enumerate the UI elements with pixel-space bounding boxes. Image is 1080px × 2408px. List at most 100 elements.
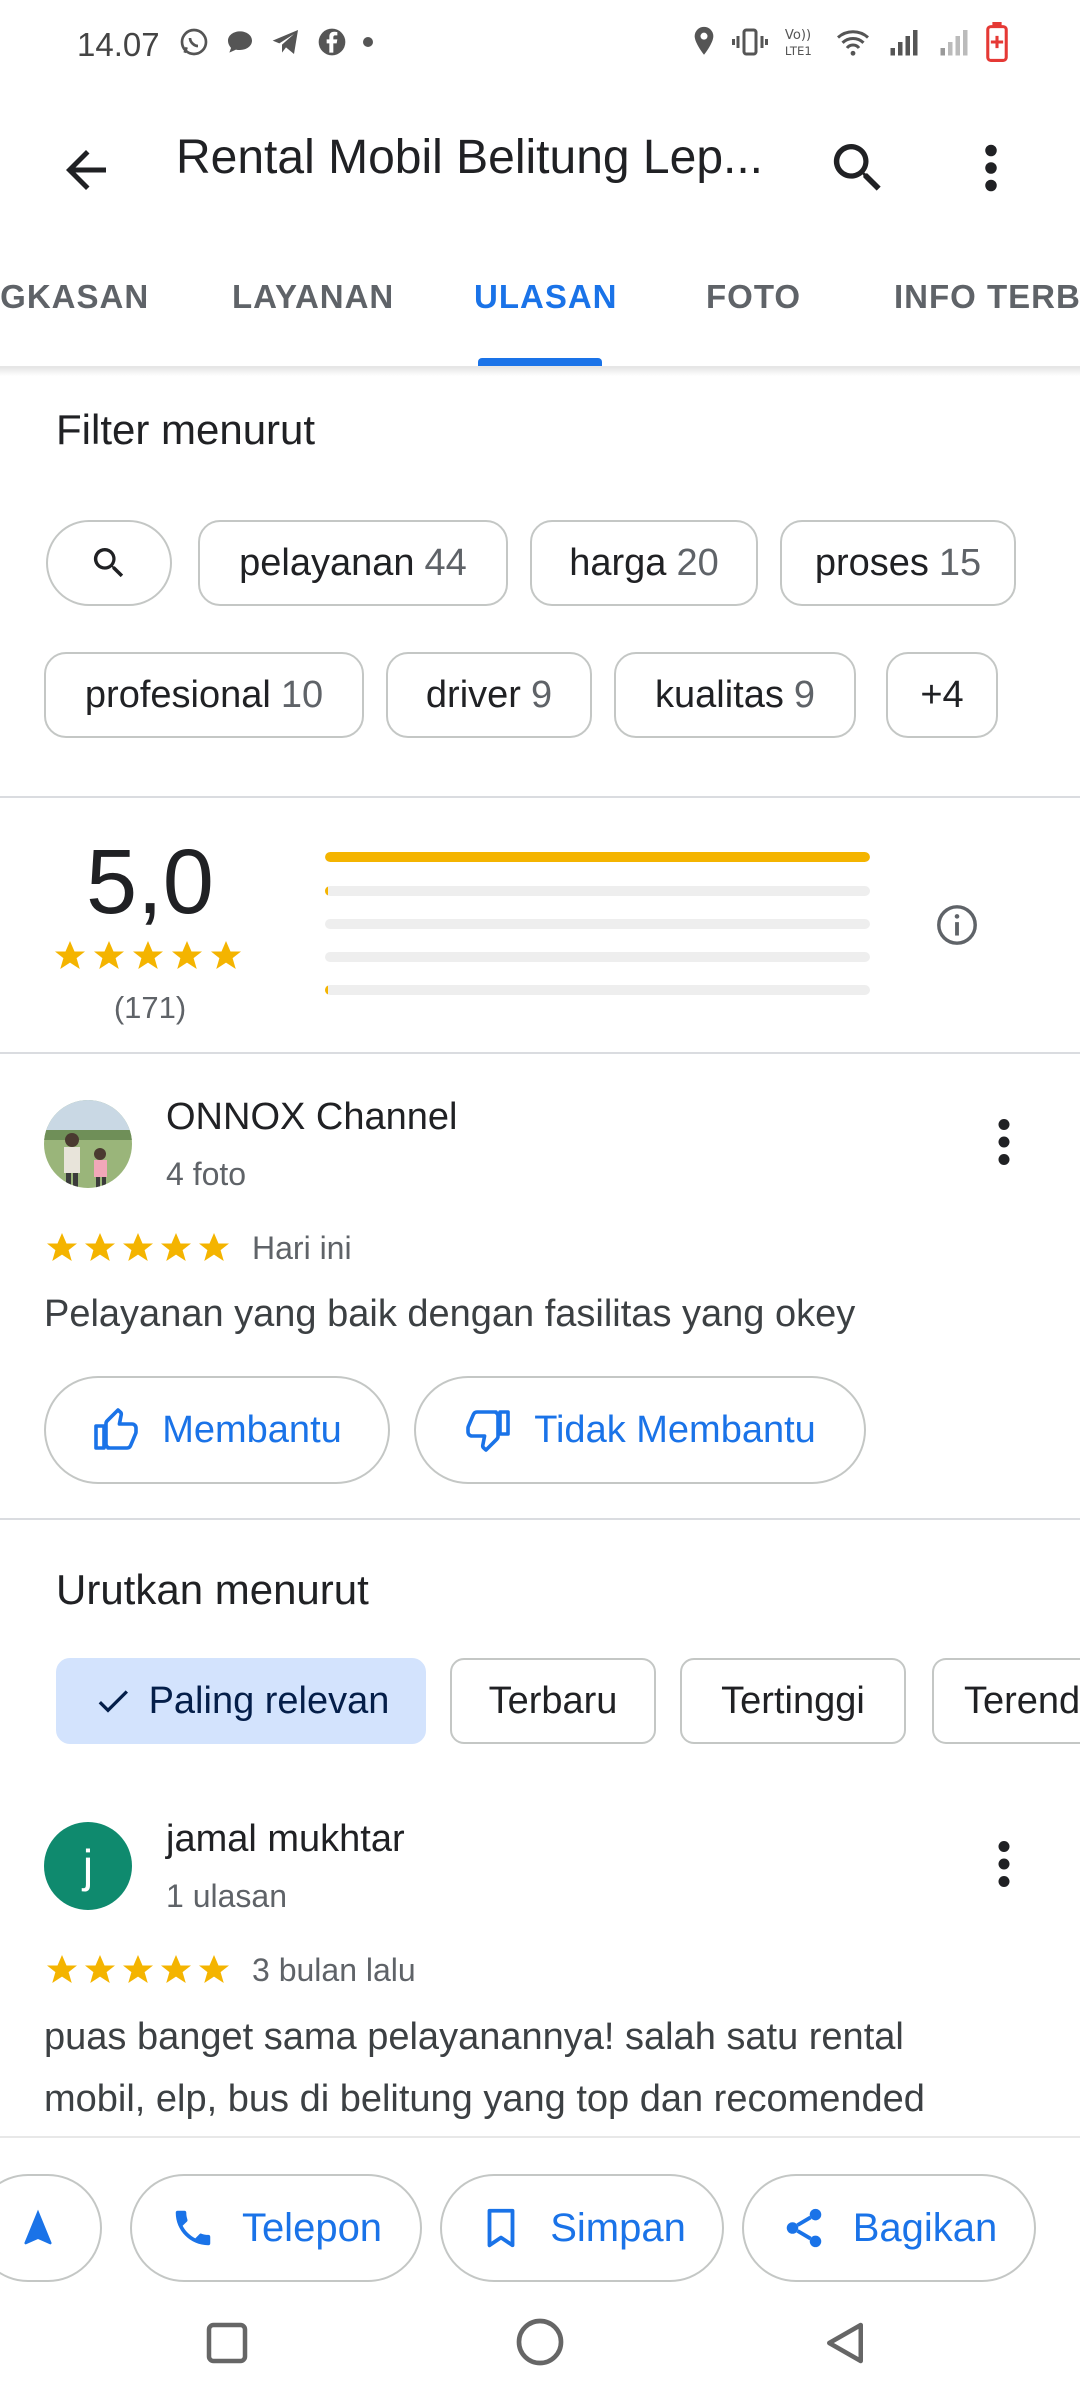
review-text-line-2: mobil, elp, bus di belitung yang top dan…	[44, 2078, 925, 2120]
star-icon	[161, 1233, 191, 1262]
recent-apps-icon	[206, 2322, 248, 2364]
bookmark-icon	[487, 2208, 515, 2248]
reviewer-meta: 1 ulasan	[166, 1878, 287, 1914]
home-button[interactable]	[512, 2314, 568, 2370]
back-nav-button[interactable]	[818, 2316, 872, 2370]
star-icon	[199, 1233, 229, 1262]
chip-count: 9	[530, 673, 553, 716]
tab-foto[interactable]: FOTO	[706, 278, 801, 316]
more-options-button[interactable]	[966, 136, 1016, 200]
more-vert-icon	[985, 144, 997, 192]
avatar-photo	[44, 1100, 132, 1188]
not-helpful-label: Tidak Membantu	[534, 1408, 816, 1451]
recent-apps-button[interactable]	[200, 2316, 254, 2370]
tab-ringkasan[interactable]: IGKASAN	[0, 278, 149, 316]
tab-bar: IGKASAN LAYANAN ULASAN FOTO INFO TERBA	[0, 250, 1080, 368]
sort-option-lowest[interactable]: Terend	[932, 1658, 1080, 1744]
filter-search-chip[interactable]	[46, 520, 172, 606]
sort-option-newest[interactable]: Terbaru	[450, 1658, 656, 1744]
chip-label: pelayanan	[239, 541, 415, 584]
chip-label: +4	[920, 673, 964, 716]
star-icon	[211, 941, 241, 970]
reviewer-name[interactable]: jamal mukhtar	[166, 1818, 405, 1861]
svg-text:LTE1: LTE1	[785, 44, 812, 58]
helpful-label: Membantu	[162, 1408, 342, 1451]
page-title: Rental Mobil Belitung Lep...	[176, 131, 764, 184]
chip-label: proses	[814, 541, 929, 584]
signal-icon	[890, 30, 918, 56]
sort-option-label: Tertinggi	[721, 1679, 865, 1722]
search-icon	[833, 144, 881, 191]
review-more-button[interactable]	[984, 1112, 1024, 1172]
more-vert-icon	[998, 1119, 1010, 1165]
star-icon	[123, 1233, 153, 1262]
reviewer-name[interactable]: ONNOX Channel	[166, 1096, 457, 1139]
reviewer-avatar[interactable]	[44, 1100, 132, 1188]
filter-chip-proses[interactable]: proses 15	[780, 520, 1016, 606]
star-icon	[123, 1955, 153, 1984]
facebook-icon	[318, 28, 346, 56]
sort-option-label: Paling relevan	[148, 1679, 390, 1722]
share-button[interactable]: Bagikan	[742, 2174, 1036, 2282]
back-button[interactable]	[56, 140, 116, 200]
rating-bar-fill	[325, 985, 329, 995]
helpful-button[interactable]: Membantu	[44, 1376, 390, 1484]
thumb-up-icon	[94, 1408, 139, 1450]
navigation-arrow-icon	[24, 2209, 52, 2245]
review-more-button[interactable]	[984, 1834, 1024, 1894]
chip-label: harga	[569, 541, 667, 584]
review-stars	[44, 1230, 232, 1266]
filter-chip-pelayanan[interactable]: pelayanan 44	[198, 520, 508, 606]
filter-chip-more[interactable]: +4	[886, 652, 998, 738]
star-icon	[133, 941, 163, 970]
not-helpful-button[interactable]: Tidak Membantu	[414, 1376, 866, 1484]
tab-info-terbaru[interactable]: INFO TERBA	[894, 278, 1080, 316]
home-icon	[516, 2318, 564, 2366]
star-icon	[47, 1233, 77, 1262]
chip-label: profesional	[84, 673, 271, 716]
telegram-icon	[272, 30, 298, 54]
notification-icons	[178, 26, 374, 58]
call-label: Telepon	[241, 2205, 383, 2250]
save-label: Simpan	[550, 2205, 686, 2250]
chip-count: 15	[938, 541, 982, 584]
review-date: Hari ini	[252, 1230, 352, 1266]
share-icon	[786, 2208, 821, 2248]
search-button[interactable]	[826, 136, 890, 200]
rating-bar-1	[325, 985, 870, 995]
review-text: Pelayanan yang baik dengan fasilitas yan…	[44, 1293, 856, 1335]
sort-title: Urutkan menurut	[56, 1566, 369, 1613]
filter-chip-harga[interactable]: harga 20	[530, 520, 758, 606]
tab-layanan[interactable]: LAYANAN	[232, 278, 394, 316]
info-button[interactable]	[934, 902, 980, 948]
svg-text:Vo)): Vo))	[785, 28, 811, 43]
signal-weak-icon	[940, 30, 968, 56]
share-label: Bagikan	[852, 2205, 998, 2250]
tabs-shadow	[0, 368, 1080, 376]
chip-count: 10	[280, 673, 324, 716]
status-bar: 14.07 Vo)) LTE1	[0, 0, 1080, 90]
system-icons: Vo)) LTE1	[690, 22, 1008, 62]
sort-option-highest[interactable]: Tertinggi	[680, 1658, 906, 1744]
filter-chip-driver[interactable]: driver 9	[386, 652, 592, 738]
directions-button[interactable]	[0, 2174, 102, 2282]
filter-chip-profesional[interactable]: profesional 10	[44, 652, 364, 738]
save-button[interactable]: Simpan	[440, 2174, 724, 2282]
reviewer-avatar[interactable]: j	[44, 1822, 132, 1910]
chip-count: 9	[793, 673, 815, 716]
filter-chip-kualitas[interactable]: kualitas 9	[614, 652, 856, 738]
review-date: 3 bulan lalu	[252, 1952, 416, 1988]
chip-count: 44	[424, 541, 467, 584]
star-icon	[85, 1233, 115, 1262]
search-icon	[93, 548, 124, 578]
star-icon	[55, 941, 85, 970]
call-button[interactable]: Telepon	[130, 2174, 422, 2282]
star-icon	[94, 941, 124, 970]
review-text-line-1: puas banget sama pelayanannya! salah sat…	[44, 2016, 904, 2058]
avatar-letter: j	[82, 1840, 94, 1892]
back-triangle-icon	[827, 2322, 863, 2364]
tab-ulasan[interactable]: ULASAN	[474, 278, 618, 316]
reviewer-meta: 4 foto	[166, 1156, 247, 1192]
sort-option-relevant[interactable]: Paling relevan	[56, 1658, 426, 1744]
star-icon	[85, 1955, 115, 1984]
